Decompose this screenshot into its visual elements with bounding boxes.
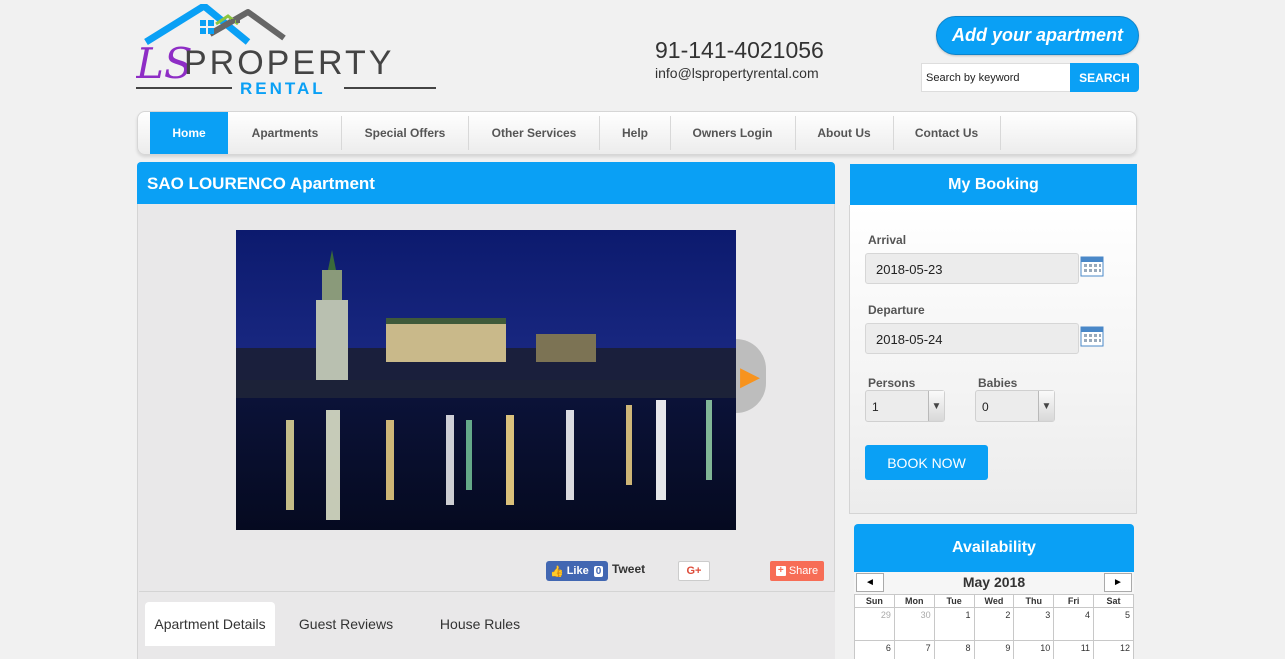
calendar-icon[interactable]: [1080, 255, 1104, 277]
chevron-down-icon: ▼: [1038, 391, 1054, 421]
add-apartment-button[interactable]: Add your apartment: [936, 16, 1139, 55]
google-plus-button[interactable]: G+: [678, 561, 710, 581]
logo-rental: RENTAL: [240, 79, 326, 96]
weekday-mon: Mon: [893, 594, 935, 608]
apartment-title: SAO LOURENCO Apartment: [137, 162, 835, 204]
availability-calendar: Sun Mon Tue Wed Thu Fri Sat 29 30 1 2 3 …: [854, 594, 1134, 659]
nav-item-help[interactable]: Help: [600, 112, 670, 154]
availability-title: Availability: [854, 524, 1134, 572]
arrival-label: Arrival: [868, 233, 907, 247]
calendar-day[interactable]: 3: [1013, 607, 1055, 641]
calendar-day[interactable]: 8: [933, 640, 975, 659]
calendar-month: May 2018: [962, 574, 1026, 590]
prev-month-button[interactable]: ◄: [856, 573, 884, 592]
nav-divider: [1000, 116, 1001, 150]
persons-label: Persons: [868, 376, 916, 390]
babies-value: 0: [982, 400, 989, 414]
chevron-down-icon: ▼: [928, 391, 944, 421]
weekday-tue: Tue: [933, 594, 975, 608]
booking-title: My Booking: [850, 164, 1137, 205]
calendar-day[interactable]: 7: [893, 640, 935, 659]
tab-guest-reviews[interactable]: Guest Reviews: [285, 602, 407, 646]
weekday-fri: Fri: [1053, 594, 1095, 608]
weekday-sun: Sun: [854, 594, 895, 608]
calendar-day[interactable]: 6: [854, 640, 895, 659]
search-button[interactable]: SEARCH: [1070, 63, 1139, 92]
logo-property: PROPERTY: [184, 44, 394, 82]
calendar-day[interactable]: 2: [973, 607, 1015, 641]
tab-house-rules[interactable]: House Rules: [420, 602, 540, 646]
nav-item-apartments[interactable]: Apartments: [230, 112, 340, 154]
site-logo[interactable]: LS PROPERTY RENTAL: [136, 4, 438, 96]
nav-item-about-us[interactable]: About Us: [796, 112, 892, 154]
calendar-day[interactable]: 9: [973, 640, 1015, 659]
tweet-button[interactable]: Tweet: [612, 562, 645, 576]
apartment-photo[interactable]: [236, 230, 736, 530]
thumbs-up-icon: 👍: [550, 565, 564, 578]
departure-date-input[interactable]: 2018-05-24: [865, 323, 1079, 354]
calendar-day[interactable]: 11: [1053, 640, 1095, 659]
calendar-day[interactable]: 5: [1093, 607, 1134, 641]
nav-item-other-services[interactable]: Other Services: [469, 112, 599, 154]
next-month-button[interactable]: ►: [1104, 573, 1132, 592]
share-button[interactable]: + Share: [770, 561, 824, 581]
email-address[interactable]: info@lspropertyrental.com: [655, 65, 819, 81]
chevron-right-icon: ▶: [740, 360, 760, 391]
weekday-sat: Sat: [1093, 594, 1134, 608]
plus-icon: +: [775, 566, 786, 576]
persons-select[interactable]: 1 ▼: [865, 390, 945, 422]
like-label: Like: [566, 565, 589, 577]
book-now-button[interactable]: BOOK NOW: [865, 445, 988, 480]
calendar-day[interactable]: 1: [933, 607, 975, 641]
calendar-day[interactable]: 29: [854, 607, 895, 641]
search-input[interactable]: Search by keyword: [921, 63, 1071, 92]
facebook-like-button[interactable]: 👍 Like 0: [546, 561, 608, 581]
main-nav: Home Apartments Special Offers Other Ser…: [137, 111, 1137, 155]
persons-value: 1: [872, 400, 879, 414]
nav-item-special-offers[interactable]: Special Offers: [342, 112, 468, 154]
nav-item-owners-login[interactable]: Owners Login: [671, 112, 794, 154]
like-count: 0: [593, 565, 604, 577]
share-label: Share: [788, 565, 819, 577]
calendar-icon[interactable]: [1080, 325, 1104, 347]
calendar-day[interactable]: 10: [1013, 640, 1055, 659]
weekday-thu: Thu: [1013, 594, 1055, 608]
calendar-day[interactable]: 12: [1093, 640, 1134, 659]
arrival-date-input[interactable]: 2018-05-23: [865, 253, 1079, 284]
nav-item-home[interactable]: Home: [150, 112, 228, 154]
babies-select[interactable]: 0 ▼: [975, 390, 1055, 422]
calendar-day[interactable]: 4: [1053, 607, 1095, 641]
calendar-day[interactable]: 30: [893, 607, 935, 641]
nav-item-contact-us[interactable]: Contact Us: [894, 112, 999, 154]
tab-apartment-details[interactable]: Apartment Details: [145, 602, 275, 646]
departure-label: Departure: [868, 303, 925, 317]
babies-label: Babies: [978, 376, 1018, 390]
weekday-wed: Wed: [973, 594, 1015, 608]
phone-number: 91-141-4021056: [655, 37, 824, 63]
